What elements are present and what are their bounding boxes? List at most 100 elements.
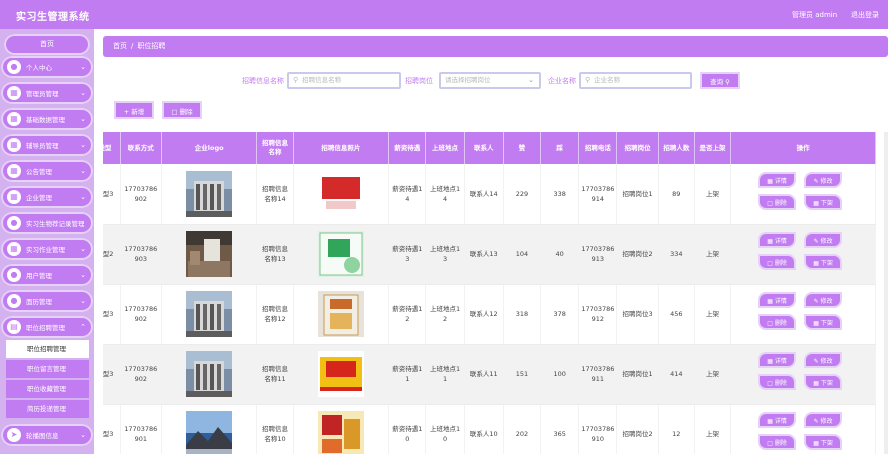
sidebar-subitem-job-favorites[interactable]: 职位收藏管理 [6, 380, 89, 398]
offline-button[interactable]: ▦ 下架 [804, 254, 843, 270]
table-row: 类型317703786901 招聘信息名称10 薪资待遇10上班地点10联系人102… [103, 404, 876, 454]
cell-place: 上班地点12 [425, 284, 465, 345]
sidebar-subitem-job-messages[interactable]: 职位留言管理 [6, 360, 89, 378]
offline-button[interactable]: ▦ 下架 [804, 193, 843, 210]
detail-label: 详情 [774, 177, 787, 185]
sidebar-item-homework[interactable]: ▦ 实习作业管理 ⌄ [1, 238, 93, 260]
sidebar-item-intern-records[interactable]: ● 实习生物荐记录管理 [1, 212, 93, 234]
edit-button[interactable]: ✎ 修改 [804, 171, 843, 188]
job-table: 类型 联系方式 企业logo 招聘信息名称 招聘信息照片 薪资待遇 上班地点 联… [103, 132, 876, 454]
col-header: 踩 [540, 132, 580, 164]
download-icon: ▦ [813, 260, 819, 267]
cell-contact: 联系人14 [464, 164, 504, 225]
edit-label: 修改 [820, 298, 833, 305]
vertical-scrollbar[interactable] [884, 132, 888, 454]
table-row: 类型317703786902招聘信息名称11薪资待遇11上班地点11联系人111… [103, 344, 876, 405]
col-header: 联系方式 [120, 132, 162, 164]
cell-salary: 薪资待遇12 [388, 284, 427, 345]
sidebar-item-counselors[interactable]: ▦ 辅导员管理 ⌄ [1, 134, 93, 156]
search-company-input[interactable]: ⚲ 企业名称 [579, 72, 692, 89]
offline-label: 下架 [820, 260, 833, 267]
sidebar-item-home[interactable]: 首页 [4, 34, 90, 55]
sidebar-item-profile[interactable]: ● 个人中心 ⌄ [1, 56, 93, 78]
cell-recruit-photo [293, 224, 390, 285]
col-header: 招聘信息名称 [256, 132, 294, 164]
cell-dislike: 40 [540, 224, 580, 285]
detail-button[interactable]: ▦ 详情 [758, 412, 797, 428]
search-name-input[interactable]: ⚲ 招聘信息名称 [287, 72, 401, 89]
sidebar-subitem-job-recruit[interactable]: 职位招聘管理 [6, 340, 89, 358]
cell-count: 334 [658, 224, 695, 285]
search-post-placeholder: 请选择招聘岗位 [445, 76, 491, 84]
add-button[interactable]: + 新增 [114, 101, 154, 119]
top-bar: 实习生管理系统 管理员 admin 退出登录 [0, 0, 888, 29]
cell-tel: 17703786911 [578, 344, 618, 405]
offline-button[interactable]: ▦ 下架 [804, 374, 843, 390]
search-icon: ⚲ [585, 76, 591, 84]
sidebar-item-label: 辅导员管理 [26, 142, 59, 150]
company-logo-image [186, 351, 233, 397]
edit-button[interactable]: ✎ 修改 [804, 412, 843, 428]
cell-type: 类型2 [103, 224, 121, 285]
admin-icon: ▦ [7, 86, 21, 100]
sidebar-item-users[interactable]: ● 用户管理 ⌄ [1, 264, 93, 286]
pencil-icon: ✎ [813, 238, 819, 245]
cell-count: 456 [658, 284, 695, 345]
edit-button[interactable]: ✎ 修改 [804, 292, 843, 308]
col-header: 企业logo [161, 132, 258, 164]
detail-button[interactable]: ▦ 详情 [758, 352, 797, 368]
cell-name: 招聘信息名称11 [256, 344, 294, 405]
sidebar-subitem-resume-delivery[interactable]: 简历投递管理 [6, 400, 89, 418]
detail-button[interactable]: ▦ 详情 [758, 171, 797, 188]
cell-dislike: 378 [540, 284, 580, 345]
download-icon: ▦ [813, 440, 819, 447]
query-button[interactable]: 查询 ⚲ [700, 72, 740, 89]
table-row: 类型217703786903招聘信息名称13薪资待遇13上班地点13联系人131… [103, 224, 876, 285]
detail-label: 详情 [774, 358, 787, 365]
breadcrumb-home[interactable]: 首页 [113, 42, 127, 50]
sidebar-item-companies[interactable]: ▦ 企业管理 ⌄ [1, 186, 93, 208]
delete-row-button[interactable]: □ 删除 [758, 374, 797, 390]
search-post-select[interactable]: 请选择招聘岗位 ⌄ [439, 72, 541, 89]
plane-icon: ➤ [7, 428, 21, 442]
sidebar-item-admins[interactable]: ▦ 管理员管理 ⌄ [1, 82, 93, 104]
delete-button[interactable]: □ 删除 [162, 101, 202, 119]
logout-link[interactable]: 退出登录 [851, 10, 879, 20]
breadcrumb-separator: / [131, 42, 134, 50]
cell-dislike: 100 [540, 344, 580, 405]
detail-button[interactable]: ▦ 详情 [758, 232, 797, 248]
cell-operations: ▦ 详情 ✎ 修改 □ 删除 ▦ 下架 [730, 284, 876, 345]
doc-icon: ▦ [767, 177, 773, 185]
delete-row-button[interactable]: □ 删除 [758, 193, 797, 210]
edit-button[interactable]: ✎ 修改 [804, 352, 843, 368]
edit-button[interactable]: ✎ 修改 [804, 232, 843, 248]
job-table-grid: 类型 联系方式 企业logo 招聘信息名称 招聘信息照片 薪资待遇 上班地点 联… [103, 132, 876, 454]
briefcase-icon: ▤ [7, 320, 21, 334]
cell-place: 上班地点10 [425, 404, 465, 454]
table-row: 类型317703786902招聘信息名称12薪资待遇12上班地点12联系人123… [103, 284, 876, 345]
offline-button[interactable]: ▦ 下架 [804, 314, 843, 330]
sidebar-item-carousel[interactable]: ➤ 轮播图信息 ⌄ [1, 424, 93, 446]
cell-dislike: 338 [540, 164, 580, 225]
sidebar-item-label: 管理员管理 [26, 90, 59, 98]
cell-company-logo [161, 164, 258, 225]
sidebar-item-label: 实习作业管理 [26, 246, 65, 254]
delete-row-button[interactable]: □ 删除 [758, 254, 797, 270]
col-header: 招聘人数 [658, 132, 695, 164]
sidebar-item-resumes[interactable]: ● 面历管理 ⌄ [1, 290, 93, 312]
recruit-photo-image [317, 411, 364, 454]
cell-post: 招聘岗位2 [616, 224, 659, 285]
company-logo-image [186, 291, 233, 337]
detail-button[interactable]: ▦ 详情 [758, 292, 797, 308]
offline-button[interactable]: ▦ 下架 [804, 434, 843, 450]
sidebar-item-job-recruit[interactable]: ▤ 职位招聘管理 ⌃ [1, 316, 93, 338]
search-company-label: 企业名称 [548, 77, 576, 85]
cell-operations: ▦ 详情 ✎ 修改 □ 删除 ▦ 下架 [730, 164, 876, 225]
delete-row-button[interactable]: □ 删除 [758, 314, 797, 330]
col-header: 薪资待遇 [388, 132, 427, 164]
delete-row-button[interactable]: □ 删除 [758, 434, 797, 450]
sidebar-item-notices[interactable]: ▦ 公告管理 ⌄ [1, 160, 93, 182]
cell-tel: 17703786910 [578, 404, 618, 454]
cell-tel: 17703786914 [578, 164, 618, 225]
sidebar-item-basic-data[interactable]: ▦ 基础数据管理 ⌄ [1, 108, 93, 130]
